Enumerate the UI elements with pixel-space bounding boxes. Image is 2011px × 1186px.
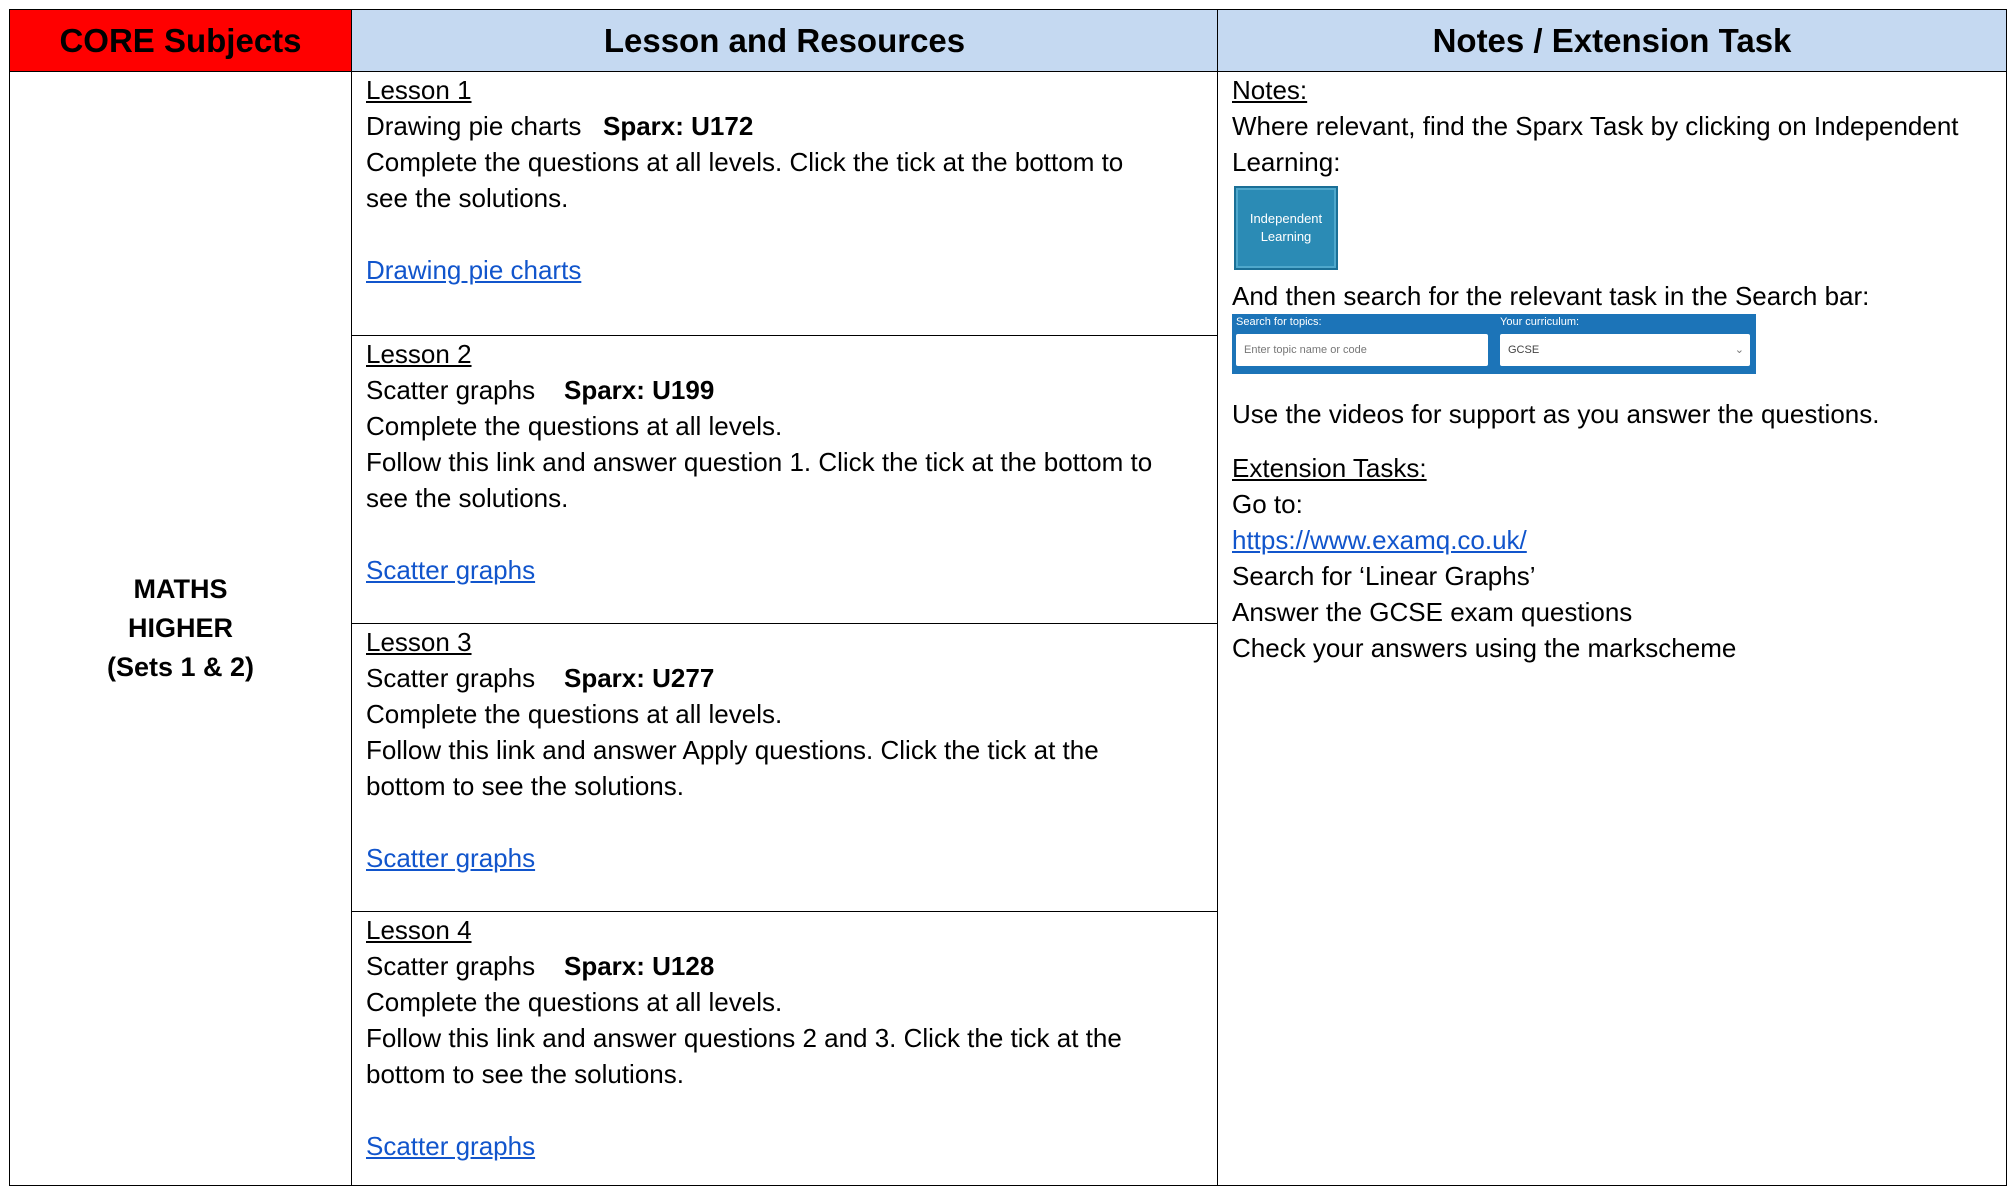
header-core-subjects: CORE Subjects [10,10,352,72]
sparx-search-bar: Search for topics: Enter topic name or c… [1232,314,1756,374]
lesson-instruction: Complete the questions at all levels. [366,699,783,729]
subject-cell: MATHS HIGHER (Sets 1 & 2) [10,72,352,1185]
search-topics-label: Search for topics: [1236,316,1322,328]
notes-text: Learning: [1232,147,1341,177]
notes-cell: Notes: Where relevant, find the Sparx Ta… [1218,72,2006,1185]
curriculum-value: GCSE [1508,344,1540,356]
notes-text: Go to: [1232,489,1303,519]
lesson-instruction: bottom to see the solutions. [366,771,684,801]
lesson-topic: Scatter graphs [366,375,536,405]
notes-text: Answer the GCSE exam questions [1232,597,1633,627]
lesson-link[interactable]: Scatter graphs [366,843,535,873]
lesson-cell: Lesson 2 Scatter graphs Sparx: U199 Comp… [352,336,1218,624]
lesson-title: Lesson 2 [366,339,472,369]
lesson-cell: Lesson 3 Scatter graphs Sparx: U277 Comp… [352,624,1218,912]
notes-text: Where relevant, find the Sparx Task by c… [1232,111,1959,141]
header-lesson-resources: Lesson and Resources [352,10,1218,72]
sparx-code: Sparx: U172 [602,111,754,141]
lesson-title: Lesson 4 [366,915,472,945]
lesson-title: Lesson 3 [366,627,472,657]
lesson-link[interactable]: Scatter graphs [366,555,535,585]
lesson-topic-line: Drawing pie charts Sparx: U172 [366,108,1203,144]
search-topics-input[interactable]: Enter topic name or code [1236,334,1488,366]
lesson-instruction: Follow this link and answer Apply questi… [366,735,1099,765]
notes-heading: Notes: [1232,75,1308,105]
lesson-instruction: see the solutions. [366,183,569,213]
notes-text: Use the videos for support as you answer… [1232,399,1880,429]
lesson-instruction: bottom to see the solutions. [366,1059,684,1089]
lesson-topic: Scatter graphs [366,951,536,981]
sparx-code: Sparx: U199 [564,375,715,405]
lesson-instruction: see the solutions. [366,483,569,513]
subject-line: (Sets 1 & 2) [106,652,255,682]
examq-link[interactable]: https://www.examq.co.uk/ [1232,525,1527,555]
lesson-cell: Lesson 4 Scatter graphs Sparx: U128 Comp… [352,912,1218,1185]
sparx-code: Sparx: U277 [564,663,715,693]
notes-text: Search for ‘Linear Graphs’ [1232,561,1536,591]
curriculum-select[interactable]: GCSE ⌄ [1500,334,1750,366]
notes-text: And then search for the relevant task in… [1232,281,1870,311]
lesson-instruction: Follow this link and answer questions 2 … [366,1023,1122,1053]
sparx-code: Sparx: U128 [564,951,715,981]
independent-learning-button[interactable]: Independent Learning [1234,186,1338,270]
lesson-instruction: Follow this link and answer question 1. … [366,447,1153,477]
lesson-topic-line: Scatter graphs Sparx: U277 [366,660,1203,696]
curriculum-label: Your curriculum: [1500,316,1580,328]
il-button-label: Independent [1249,211,1323,226]
lesson-instruction: Complete the questions at all levels. Cl… [366,147,1124,177]
lesson-cell: Lesson 1 Drawing pie charts Sparx: U172 … [352,72,1218,336]
extension-heading: Extension Tasks: [1232,453,1427,483]
header-notes-extension: Notes / Extension Task [1218,10,2006,72]
subject-line: MATHS [133,574,228,604]
lesson-topic: Scatter graphs [366,663,536,693]
lesson-topic-line: Scatter graphs Sparx: U199 [366,372,1203,408]
lesson-title: Lesson 1 [366,75,472,105]
lesson-instruction: Complete the questions at all levels. [366,987,783,1017]
lesson-topic: Drawing pie charts [366,111,582,141]
lesson-link[interactable]: Drawing pie charts [366,255,581,285]
timetable-table: CORE Subjects Lesson and Resources Notes… [9,9,2007,1186]
il-button-label: Learning [1260,229,1312,244]
chevron-down-icon: ⌄ [1734,344,1744,356]
lesson-link[interactable]: Scatter graphs [366,1131,535,1161]
subject-line: HIGHER [127,613,233,643]
lesson-instruction: Complete the questions at all levels. [366,411,783,441]
notes-text: Check your answers using the markscheme [1232,633,1737,663]
lesson-topic-line: Scatter graphs Sparx: U128 [366,948,1203,984]
